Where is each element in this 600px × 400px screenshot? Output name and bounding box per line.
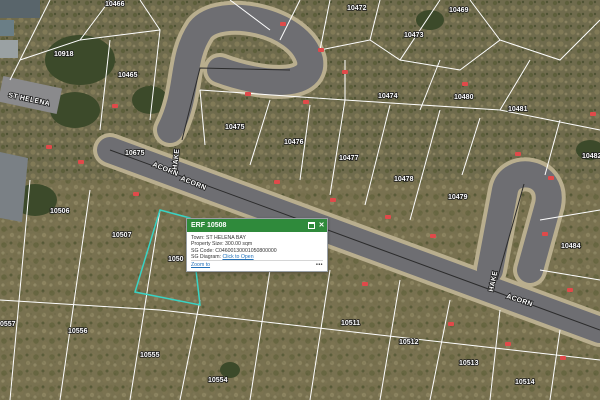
property-size-value: 300.00 sqm <box>225 241 253 248</box>
sg-code-label: SG Code: <box>191 247 214 254</box>
popup-body: Town: ST HELENA BAY Property Size: 300.0… <box>187 232 327 261</box>
parcel-label-10466: 10466 <box>105 1 125 8</box>
more-actions-button[interactable]: ••• <box>316 262 323 269</box>
parcel-label-10506: 10506 <box>50 208 70 215</box>
popup-title: ERF 10508 <box>191 222 227 229</box>
parcel-info-popup: ERF 10508 ✕ Town: ST HELENA BAY Property… <box>186 218 328 272</box>
parcel-label-10556: 10556 <box>68 328 88 335</box>
parcel-label-10508: 1050 <box>168 256 184 263</box>
close-icon[interactable]: ✕ <box>318 222 325 229</box>
parcel-label-10555: 10555 <box>140 352 160 359</box>
maximize-icon[interactable] <box>308 222 315 229</box>
parcel-label-10918: 10918 <box>54 51 74 58</box>
parcel-label-10478: 10478 <box>394 176 414 183</box>
zoom-to-link[interactable]: Zoom to <box>191 262 210 269</box>
map-view[interactable]: 10466 10918 10465 10472 10469 10473 1047… <box>0 0 600 400</box>
property-size-label: Property Size: <box>191 241 224 248</box>
parcel-label-10477: 10477 <box>339 155 359 162</box>
parcel-label-10479: 10479 <box>448 194 468 201</box>
popup-header: ERF 10508 ✕ <box>187 219 327 232</box>
parcel-label-10482: 10482 <box>582 153 600 160</box>
parcel-label-10511: 10511 <box>341 320 360 327</box>
map-canvas[interactable]: 10466 10918 10465 10472 10469 10473 1047… <box>0 0 600 400</box>
parcel-label-10476: 10476 <box>284 139 304 146</box>
parcel-label-10473: 10473 <box>404 32 424 39</box>
sg-code-value: C04600130001050800000 <box>215 247 277 254</box>
parcel-label-10480: 10480 <box>454 94 474 101</box>
popup-header-icons: ✕ <box>308 219 325 232</box>
parcel-label-10465: 10465 <box>118 72 138 79</box>
town-value: ST HELENA BAY <box>206 235 246 241</box>
parcel-label-10475: 10475 <box>225 124 245 131</box>
popup-footer: Zoom to ••• <box>191 262 323 269</box>
parcel-label-10513: 10513 <box>459 360 479 367</box>
popup-divider <box>191 260 323 261</box>
parcel-label-10675: 10675 <box>125 150 145 157</box>
parcel-label-10469: 10469 <box>449 7 469 14</box>
parcel-label-10557: 0557 <box>0 321 16 328</box>
parcel-label-10554: 10554 <box>208 377 228 384</box>
parcel-label-10472: 10472 <box>347 5 367 12</box>
town-label: Town: <box>191 235 205 241</box>
parcel-label-10512: 10512 <box>399 339 419 346</box>
parcel-label-10474: 10474 <box>378 93 398 100</box>
parcel-label-10507: 10507 <box>112 232 132 239</box>
parcel-label-10481: 10481 <box>508 106 528 113</box>
parcel-label-10484: 10484 <box>561 243 581 250</box>
parcel-label-10514: 10514 <box>515 379 535 386</box>
